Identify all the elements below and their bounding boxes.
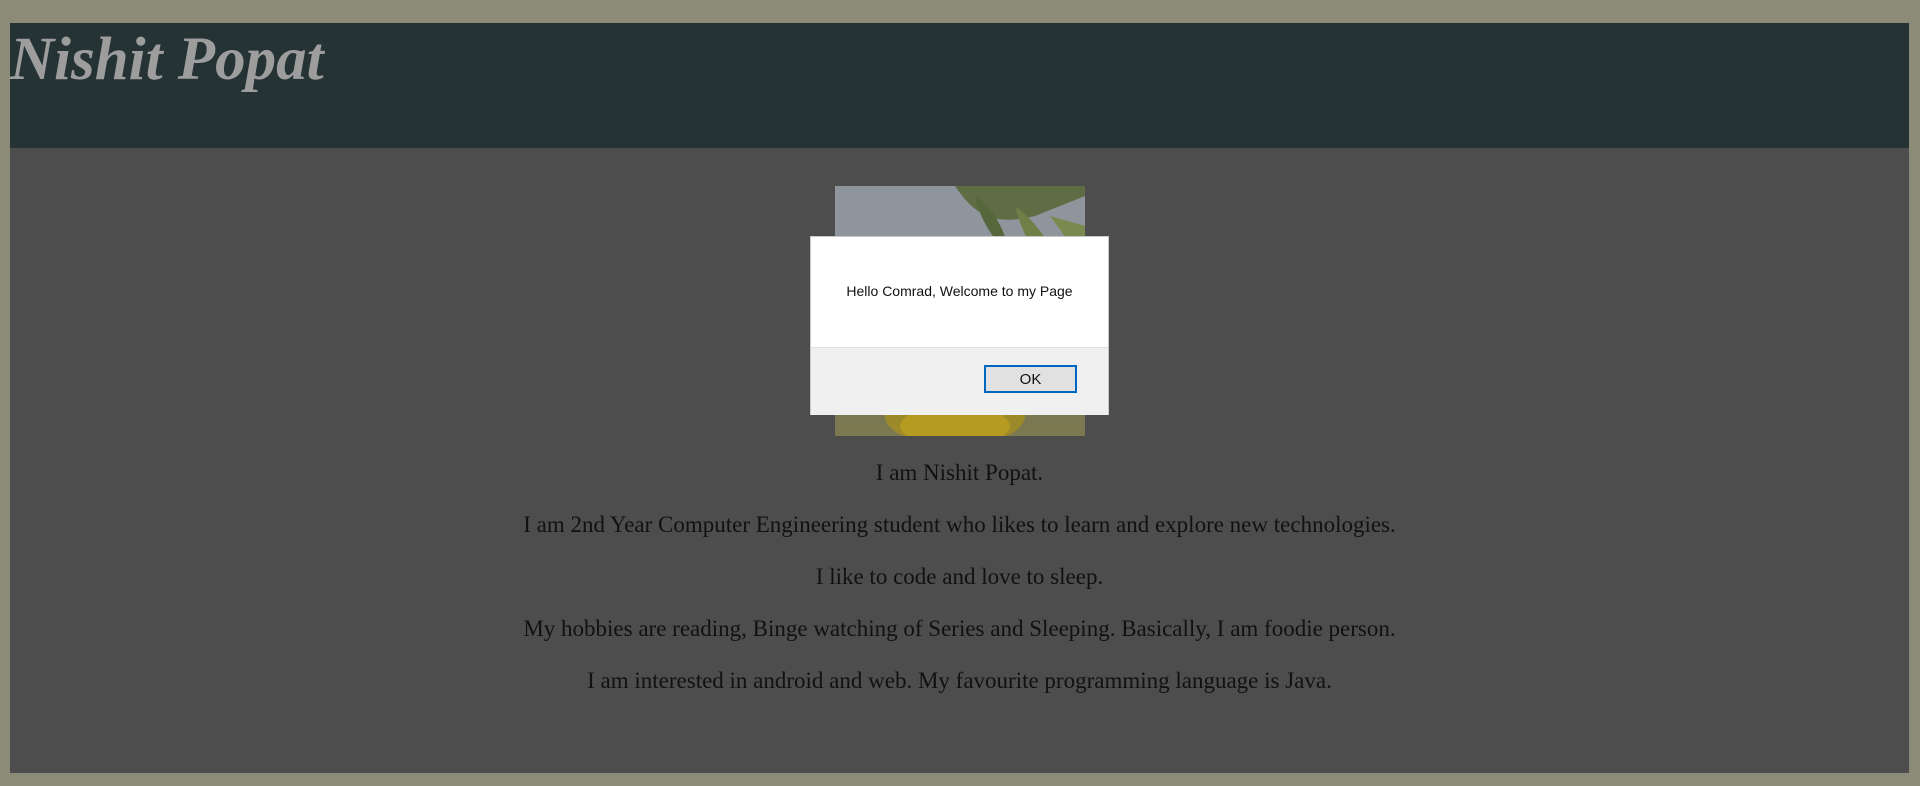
- alert-message: Hello Comrad, Welcome to my Page: [846, 283, 1073, 299]
- site-title: Nishit Popat: [10, 26, 324, 93]
- bio-line: My hobbies are reading, Binge watching o…: [523, 616, 1396, 641]
- site-header: Nishit Popat: [10, 23, 1909, 148]
- alert-dialog: Hello Comrad, Welcome to my Page OK: [810, 236, 1109, 415]
- bio-line: I am 2nd Year Computer Engineering stude…: [523, 512, 1396, 537]
- bio-line: I like to code and love to sleep.: [815, 564, 1104, 589]
- ok-button[interactable]: OK: [984, 365, 1077, 393]
- bio-line: I am Nishit Popat.: [875, 460, 1044, 485]
- bio-line: I am interested in android and web. My f…: [587, 668, 1332, 693]
- alert-footer: OK: [811, 347, 1108, 415]
- bio-section: I am Nishit Popat. I am 2nd Year Compute…: [10, 460, 1909, 720]
